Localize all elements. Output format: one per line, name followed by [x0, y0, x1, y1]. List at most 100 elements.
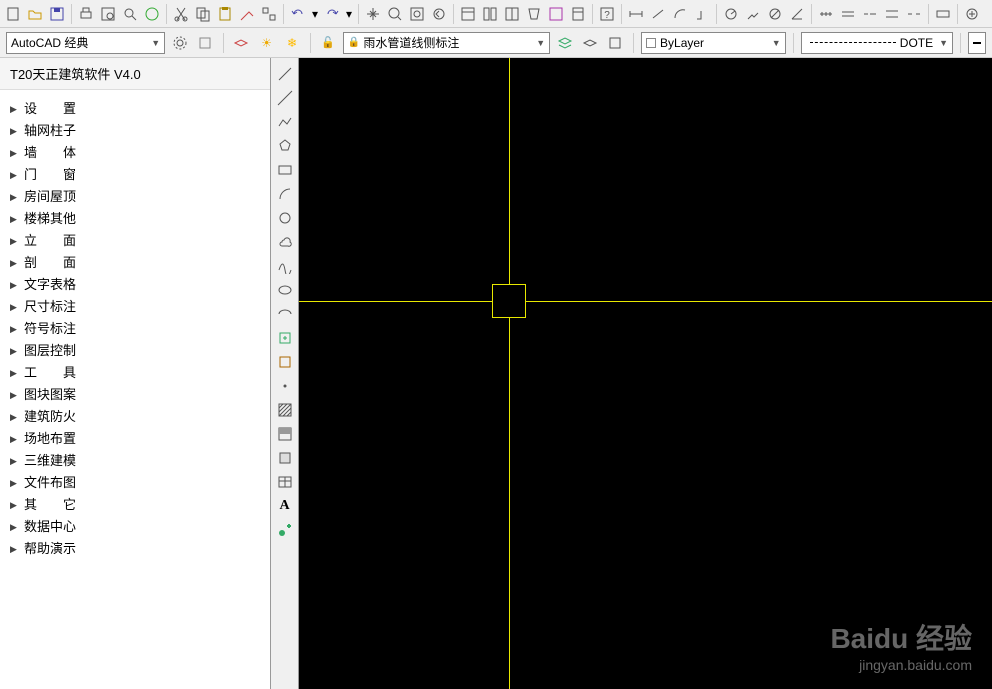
redo-icon[interactable] [322, 4, 342, 24]
zoom-prev-icon[interactable] [429, 4, 449, 24]
tree-item-20[interactable]: ▶帮助演示 [4, 538, 266, 560]
point-icon[interactable] [274, 375, 296, 397]
workspace-save-icon[interactable] [195, 33, 214, 53]
region-icon[interactable] [274, 447, 296, 469]
tree-item-17[interactable]: ▶文件布图 [4, 472, 266, 494]
arc-icon[interactable] [274, 183, 296, 205]
pan-icon[interactable] [363, 4, 383, 24]
layer-props-icon[interactable] [232, 33, 251, 53]
tree-item-12[interactable]: ▶工 具 [4, 362, 266, 384]
ellipse-arc-icon[interactable] [274, 303, 296, 325]
revcloud-icon[interactable] [274, 231, 296, 253]
dim-aligned-icon[interactable] [648, 4, 668, 24]
tolerance-icon[interactable] [933, 4, 953, 24]
dim-space-icon[interactable] [882, 4, 902, 24]
make-block-icon[interactable] [274, 351, 296, 373]
print-preview-icon[interactable] [98, 4, 118, 24]
hatch-icon[interactable] [274, 399, 296, 421]
dim-radius-icon[interactable] [721, 4, 741, 24]
help-icon[interactable]: ? [597, 4, 617, 24]
design-center-icon[interactable] [480, 4, 500, 24]
dim-angular-icon[interactable] [787, 4, 807, 24]
rectangle-icon[interactable] [274, 159, 296, 181]
drawing-canvas[interactable]: Baidu 经验 jingyan.baidu.com [299, 58, 992, 689]
cut-icon[interactable] [171, 4, 191, 24]
calc-icon[interactable] [568, 4, 588, 24]
tree-item-6[interactable]: ▶立 面 [4, 230, 266, 252]
linetype-dropdown[interactable]: DOTE ▼ [801, 32, 953, 54]
tree-item-0[interactable]: ▶设 置 [4, 98, 266, 120]
gear-icon[interactable] [170, 33, 189, 53]
dim-ord-icon[interactable] [692, 4, 712, 24]
tree-item-18[interactable]: ▶其 它 [4, 494, 266, 516]
table-icon[interactable] [274, 471, 296, 493]
print-icon[interactable] [76, 4, 96, 24]
tree-item-19[interactable]: ▶数据中心 [4, 516, 266, 538]
dim-baseline-icon[interactable] [838, 4, 858, 24]
new-icon[interactable] [3, 4, 23, 24]
spline-icon[interactable] [274, 255, 296, 277]
layer-states-icon[interactable] [555, 33, 574, 53]
batch-icon[interactable] [259, 4, 279, 24]
properties-icon[interactable] [458, 4, 478, 24]
tree-item-14[interactable]: ▶建筑防火 [4, 406, 266, 428]
dim-continue-icon[interactable] [860, 4, 880, 24]
paste-icon[interactable] [215, 4, 235, 24]
dim-linear-icon[interactable] [626, 4, 646, 24]
tree-item-8[interactable]: ▶文字表格 [4, 274, 266, 296]
tree-item-3[interactable]: ▶门 窗 [4, 164, 266, 186]
add-selected-icon[interactable] [274, 519, 296, 541]
caret-right-icon: ▶ [10, 386, 18, 404]
sun-icon[interactable]: ☀ [257, 33, 276, 53]
layer-prev-icon[interactable] [606, 33, 625, 53]
dim-arc-icon[interactable] [670, 4, 690, 24]
workspace-dropdown[interactable]: AutoCAD 经典 ▼ [6, 32, 165, 54]
publish-icon[interactable] [142, 4, 162, 24]
redo-dd-icon[interactable]: ▾ [344, 4, 354, 24]
tree-item-11[interactable]: ▶图层控制 [4, 340, 266, 362]
polygon-icon[interactable] [274, 135, 296, 157]
tree-item-9[interactable]: ▶尺寸标注 [4, 296, 266, 318]
tree-item-15[interactable]: ▶场地布置 [4, 428, 266, 450]
tree-item-13[interactable]: ▶图块图案 [4, 384, 266, 406]
insert-block-icon[interactable] [274, 327, 296, 349]
open-icon[interactable] [25, 4, 45, 24]
dim-jog-icon[interactable] [743, 4, 763, 24]
ellipse-icon[interactable] [274, 279, 296, 301]
layer-dropdown[interactable]: 🔒 雨水管道线侧标注 ▼ [343, 32, 550, 54]
tree-item-5[interactable]: ▶楼梯其他 [4, 208, 266, 230]
copy-icon[interactable] [193, 4, 213, 24]
tree-item-2[interactable]: ▶墙 体 [4, 142, 266, 164]
lock-icon[interactable]: 🔓 [319, 33, 338, 53]
freeze-icon[interactable]: ❄ [282, 33, 301, 53]
center-mark-icon[interactable] [962, 4, 982, 24]
tree-item-16[interactable]: ▶三维建模 [4, 450, 266, 472]
tree-item-1[interactable]: ▶轴网柱子 [4, 120, 266, 142]
tree-item-7[interactable]: ▶剖 面 [4, 252, 266, 274]
layer-iso-icon[interactable] [580, 33, 599, 53]
undo-dd-icon[interactable]: ▾ [310, 4, 320, 24]
gradient-icon[interactable] [274, 423, 296, 445]
tree-item-4[interactable]: ▶房间屋顶 [4, 186, 266, 208]
save-icon[interactable] [47, 4, 67, 24]
tree-item-label: 楼梯其他 [24, 210, 76, 228]
circle-icon[interactable] [274, 207, 296, 229]
lineweight-dropdown[interactable] [968, 32, 986, 54]
find-icon[interactable] [120, 4, 140, 24]
construction-line-icon[interactable] [274, 87, 296, 109]
markup-icon[interactable] [546, 4, 566, 24]
zoom-window-icon[interactable] [407, 4, 427, 24]
tool-palette-icon[interactable] [502, 4, 522, 24]
dim-diameter-icon[interactable] [765, 4, 785, 24]
sheet-set-icon[interactable] [524, 4, 544, 24]
tree-item-10[interactable]: ▶符号标注 [4, 318, 266, 340]
polyline-icon[interactable] [274, 111, 296, 133]
layer-name-dropdown[interactable]: ByLayer ▼ [641, 32, 786, 54]
dim-break-icon[interactable] [904, 4, 924, 24]
mtext-icon[interactable]: A [274, 495, 296, 517]
dim-quick-icon[interactable] [816, 4, 836, 24]
undo-icon[interactable] [288, 4, 308, 24]
line-icon[interactable] [274, 63, 296, 85]
zoom-icon[interactable] [385, 4, 405, 24]
match-icon[interactable] [237, 4, 257, 24]
